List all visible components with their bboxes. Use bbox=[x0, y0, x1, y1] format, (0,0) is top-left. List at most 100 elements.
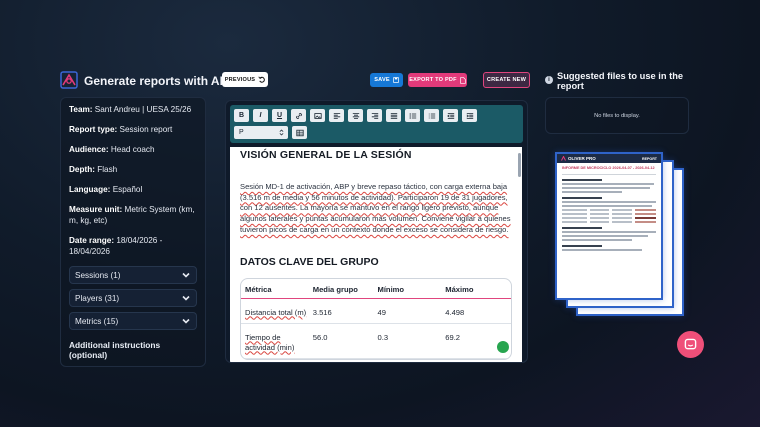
language-value: Español bbox=[112, 185, 143, 194]
preview-text-line bbox=[562, 183, 654, 185]
report-document[interactable]: VISIÓN GENERAL DE LA SESIÓN Sesión MD-1 … bbox=[230, 147, 522, 362]
table-cell: 0.3 bbox=[377, 332, 389, 342]
audience-row: Audience: Head coach bbox=[69, 144, 197, 155]
align-left-button[interactable] bbox=[329, 109, 344, 122]
align-left-icon bbox=[333, 112, 340, 119]
bullet-list-button[interactable] bbox=[405, 109, 420, 122]
audience-label: Audience: bbox=[69, 145, 109, 154]
kpi-table: Métrica Media grupo Mínimo Máximo Distan… bbox=[240, 277, 512, 360]
chevron-down-icon bbox=[182, 318, 190, 324]
audience-value: Head coach bbox=[110, 145, 155, 154]
preview-text-line bbox=[562, 191, 622, 193]
report-settings-panel: Team: Sant Andreu | UESA 25/26 Report ty… bbox=[60, 97, 206, 367]
export-pdf-button[interactable]: EXPORT TO PDF bbox=[408, 73, 467, 87]
metrics-collapse[interactable]: Metrics (15) bbox=[69, 312, 197, 330]
image-button[interactable] bbox=[310, 109, 325, 122]
preview-section bbox=[562, 245, 602, 247]
align-right-icon bbox=[371, 112, 378, 119]
align-justify-button[interactable] bbox=[386, 109, 401, 122]
previous-label: PREVIOUS bbox=[224, 76, 256, 83]
align-center-button[interactable] bbox=[348, 109, 363, 122]
preview-text-line bbox=[562, 205, 652, 207]
document-heading: VISIÓN GENERAL DE LA SESIÓN bbox=[240, 149, 412, 161]
table-cell: 49 bbox=[377, 307, 386, 317]
chat-bubble-icon bbox=[684, 338, 697, 350]
app-title: Generate reports with AI bbox=[84, 74, 223, 88]
outdent-icon bbox=[446, 112, 454, 119]
additional-instructions-value: - bbox=[69, 363, 197, 366]
preview-text-line bbox=[562, 235, 648, 237]
additional-instructions-title: Additional instructions (optional) bbox=[69, 340, 161, 360]
table-cell: 4.498 bbox=[445, 307, 465, 317]
report-type-value: Session report bbox=[119, 125, 173, 134]
preview-tag: REPORT bbox=[642, 156, 657, 161]
grammar-check-icon[interactable] bbox=[497, 341, 509, 353]
measure-row: Measure unit: Metric System (km, m, kg, … bbox=[69, 204, 197, 226]
preview-text-line bbox=[562, 187, 650, 189]
language-row: Language: Español bbox=[69, 184, 197, 195]
preview-header: OLIVER PRO REPORT bbox=[557, 154, 661, 163]
suggested-files-title: Suggested files to use in the report bbox=[557, 71, 684, 91]
link-button[interactable] bbox=[291, 109, 306, 122]
document-scrollbar[interactable] bbox=[518, 153, 521, 177]
document-paragraph: Sesión MD-1 de activación, ABP y breve r… bbox=[240, 182, 511, 234]
team-value: Sant Andreu | UESA 25/26 bbox=[94, 105, 192, 114]
preview-table-row bbox=[562, 213, 656, 215]
sessions-label: Sessions (1) bbox=[75, 270, 121, 280]
document-subheading: DATOS CLAVE DEL GRUPO bbox=[240, 255, 379, 268]
preview-logo-icon bbox=[561, 156, 566, 161]
table-cell: 3.516 bbox=[312, 307, 332, 317]
preview-table-row bbox=[562, 221, 656, 223]
italic-button[interactable]: I bbox=[253, 109, 268, 122]
underline-button[interactable]: U bbox=[272, 109, 287, 122]
paragraph-format-select[interactable]: P bbox=[234, 126, 288, 139]
language-label: Language: bbox=[69, 185, 111, 194]
indent-button[interactable] bbox=[462, 109, 477, 122]
metrics-label: Metrics (15) bbox=[75, 316, 119, 326]
preview-text-line bbox=[562, 231, 656, 233]
table-cell: Tiempo de actividad (min) bbox=[245, 332, 295, 352]
sessions-collapse[interactable]: Sessions (1) bbox=[69, 266, 197, 284]
numbered-list-button[interactable] bbox=[424, 109, 439, 122]
paragraph-format-value: P bbox=[239, 129, 244, 136]
preview-logo: OLIVER PRO bbox=[561, 156, 596, 161]
bold-button[interactable]: B bbox=[234, 109, 249, 122]
indent-icon bbox=[466, 112, 473, 119]
players-collapse[interactable]: Players (31) bbox=[69, 289, 197, 307]
chat-support-button[interactable] bbox=[677, 331, 704, 358]
save-icon bbox=[393, 77, 399, 83]
no-files-message: No files to display. bbox=[594, 112, 640, 119]
previous-button[interactable]: PREVIOUS bbox=[222, 72, 268, 87]
select-arrows-icon bbox=[279, 129, 284, 136]
save-label: SAVE bbox=[374, 77, 390, 83]
table-button[interactable] bbox=[292, 126, 307, 139]
depth-label: Depth: bbox=[69, 165, 95, 174]
depth-row: Depth: Flash bbox=[69, 164, 197, 175]
report-editor: B I U P VISIÓN GENERAL DE LA SESIÓN Sesi… bbox=[225, 100, 528, 363]
table-icon bbox=[295, 129, 304, 136]
table-row: Tiempo de actividad (min) 56.0 0.3 69.2 bbox=[241, 324, 511, 359]
preview-text-line bbox=[562, 239, 632, 241]
save-button[interactable]: SAVE bbox=[370, 73, 403, 87]
table-cell: 56.0 bbox=[312, 332, 328, 342]
align-justify-icon bbox=[390, 112, 397, 119]
report-type-label: Report type: bbox=[69, 125, 118, 134]
table-header-cell: Media grupo bbox=[312, 284, 358, 294]
preview-table-row bbox=[562, 217, 656, 219]
preview-section bbox=[562, 227, 602, 229]
preview-section bbox=[562, 197, 602, 199]
create-new-button[interactable]: CREATE NEW bbox=[483, 72, 530, 88]
export-pdf-label: EXPORT TO PDF bbox=[409, 77, 457, 83]
chevron-down-icon bbox=[182, 295, 190, 301]
align-right-button[interactable] bbox=[367, 109, 382, 122]
report-preview-page-front: OLIVER PRO REPORT INFORME DE MICROCICLO … bbox=[555, 152, 663, 300]
info-icon: i bbox=[545, 76, 553, 84]
file-pdf-icon bbox=[460, 76, 466, 84]
create-new-label: CREATE NEW bbox=[486, 77, 527, 83]
outdent-button[interactable] bbox=[443, 109, 458, 122]
preview-section bbox=[562, 179, 602, 181]
editor-toolbar: B I U P bbox=[230, 105, 523, 143]
table-row: Distancia total (m) 3.516 49 4.498 bbox=[241, 299, 511, 324]
undo-icon bbox=[258, 76, 266, 83]
table-header-cell: Mínimo bbox=[377, 284, 405, 294]
